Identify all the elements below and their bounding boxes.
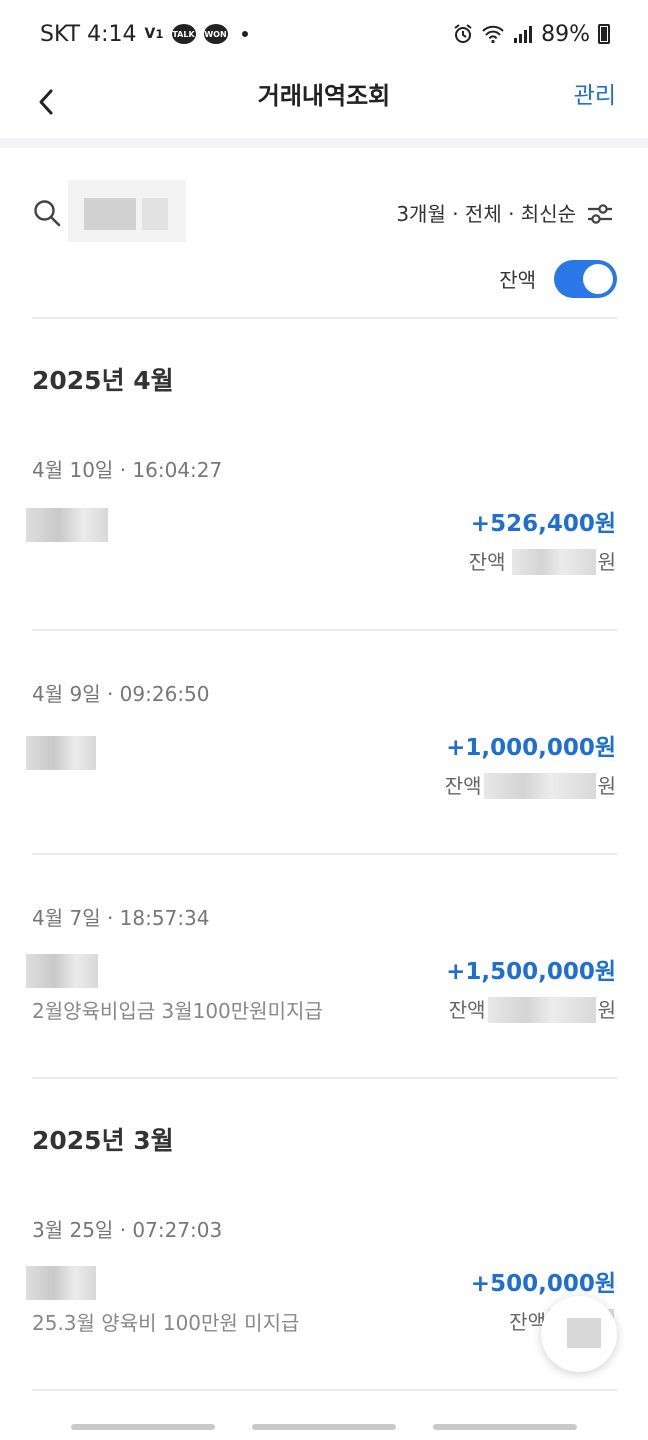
battery-percent: 89%	[541, 21, 590, 47]
search-icon[interactable]	[32, 198, 62, 228]
balance-prefix: 잔액	[468, 550, 506, 574]
filter-summary[interactable]: 3개월 · 전체 · 최신순	[396, 200, 576, 228]
wifi-icon	[482, 25, 504, 44]
transaction-memo: 25.3월 양육비 100만원 미지급	[32, 1311, 300, 1335]
filter-sliders-icon[interactable]	[586, 200, 614, 228]
balance-toggle[interactable]	[554, 260, 617, 298]
talk-icon: TALK	[171, 24, 196, 44]
month-header: 2025년 3월	[32, 1126, 174, 1155]
row-divider	[32, 853, 617, 855]
transaction-balance: 잔액 원	[445, 772, 616, 800]
carrier-time: SKT 4:14	[40, 21, 137, 47]
volte-icon: V1	[144, 26, 164, 42]
transaction-datetime: 3월 25일 · 07:27:03	[32, 1218, 223, 1242]
transaction-amount: +526,400원	[470, 511, 616, 537]
transaction-datetime: 4월 9일 · 09:26:50	[32, 682, 210, 706]
nav-back-button[interactable]	[433, 1424, 577, 1430]
transaction-name-redacted[interactable]	[26, 1266, 96, 1300]
status-right: 89%	[453, 19, 610, 49]
transaction-datetime: 4월 7일 · 18:57:34	[32, 906, 210, 930]
transaction-balance: 잔액 원	[449, 996, 616, 1024]
transaction-name-redacted[interactable]	[26, 736, 96, 770]
balance-prefix: 잔액	[448, 998, 486, 1022]
transaction-datetime: 4월 10일 · 16:04:27	[32, 458, 223, 482]
search-query-redacted[interactable]	[68, 180, 186, 242]
balance-suffix: 원	[597, 774, 616, 798]
transaction-name-redacted[interactable]	[26, 508, 108, 542]
row-divider	[32, 1077, 617, 1079]
fab-icon-redacted	[567, 1318, 601, 1348]
alarm-icon	[454, 24, 472, 43]
scroll-top-button[interactable]	[541, 1296, 617, 1372]
balance-toggle-label: 잔액	[499, 268, 536, 292]
balance-redacted	[483, 773, 596, 799]
won-icon: WON	[203, 24, 228, 44]
nav-home-button[interactable]	[252, 1424, 396, 1430]
row-divider	[32, 629, 617, 631]
notification-dot-icon	[241, 31, 248, 37]
transaction-amount: +500,000원	[470, 1271, 616, 1297]
transaction-amount: +1,000,000원	[446, 735, 616, 761]
page-title: 거래내역조회	[257, 82, 391, 110]
toggle-knob	[583, 264, 613, 294]
month-header: 2025년 4월	[32, 366, 174, 395]
filter-divider	[32, 317, 617, 319]
balance-prefix: 잔액	[444, 774, 482, 798]
signal-icon	[514, 26, 533, 43]
transaction-balance: 잔액 원	[469, 548, 616, 576]
status-bar: SKT 4:14 V1 TALK WON 89%	[0, 0, 648, 68]
status-left: SKT 4:14 V1 TALK WON	[40, 19, 248, 49]
nav-recent-button[interactable]	[71, 1424, 215, 1430]
app-header: 거래내역조회 관리	[0, 68, 648, 138]
balance-redacted	[511, 549, 596, 575]
transaction-name-redacted[interactable]	[26, 954, 98, 988]
row-divider	[32, 1389, 617, 1391]
transaction-amount: +1,500,000원	[446, 959, 616, 985]
system-nav-bar	[0, 1404, 648, 1440]
balance-suffix: 원	[597, 550, 616, 574]
manage-button[interactable]: 관리	[574, 80, 616, 112]
transaction-memo: 2월양육비입금 3월100만원미지급	[32, 999, 323, 1023]
battery-icon	[598, 24, 610, 44]
balance-redacted	[487, 997, 596, 1023]
header-divider	[0, 138, 648, 148]
balance-suffix: 원	[597, 998, 616, 1022]
